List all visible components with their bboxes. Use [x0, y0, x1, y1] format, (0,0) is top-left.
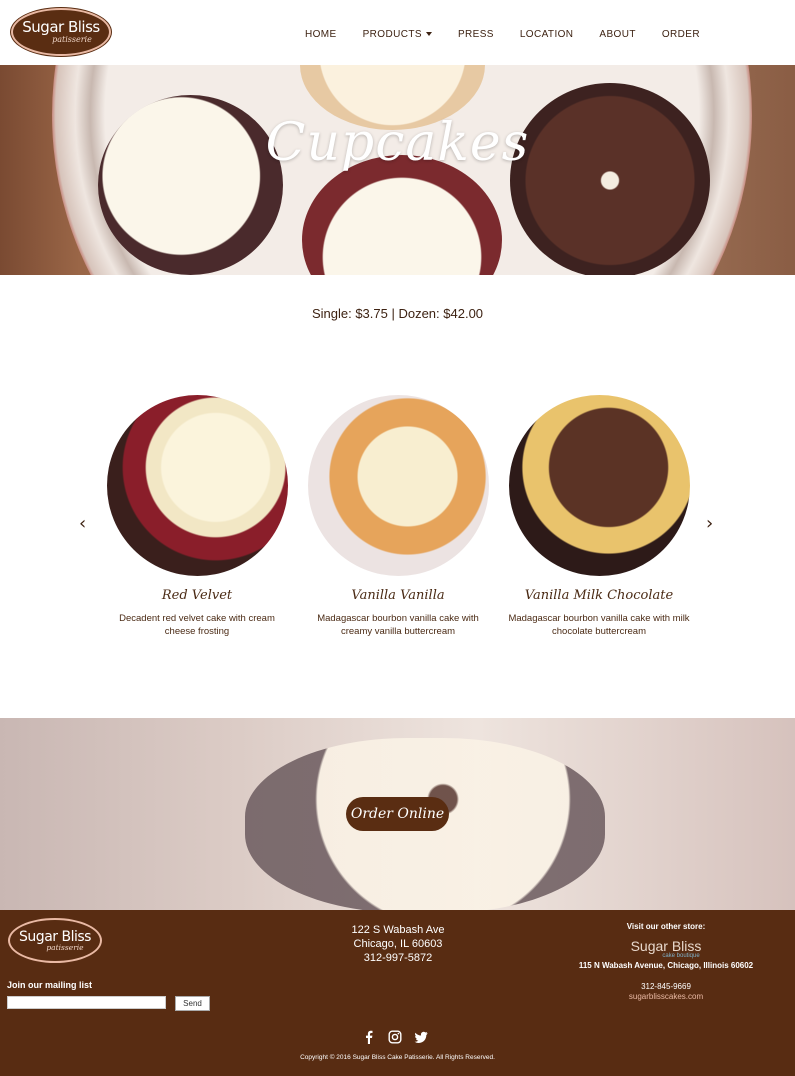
footer-brand-sub: patisserie: [46, 942, 84, 952]
other-store: Visit our other store: Sugar Bliss cake …: [566, 922, 766, 1001]
nav-products[interactable]: PRODUCTS: [363, 29, 432, 40]
other-store-link[interactable]: sugarblisscakes.com: [566, 992, 766, 1001]
footer-address: 122 S Wabash Ave Chicago, IL 60603 312-9…: [298, 923, 498, 965]
nav-location[interactable]: LOCATION: [520, 29, 574, 40]
product-carousel: ‹ Red Velvet Decadent red velvet cake wi…: [0, 395, 795, 655]
other-store-phone: 312-845-9669: [641, 982, 691, 991]
footer-street: 122 S Wabash Ave: [351, 924, 445, 936]
caret-down-icon: [425, 32, 432, 37]
chevron-right-icon[interactable]: ›: [706, 513, 713, 534]
other-store-logo-sub: cake boutique: [662, 953, 700, 959]
order-online-button[interactable]: Order Online: [346, 797, 449, 831]
carousel-slide[interactable]: Red Velvet Decadent red velvet cake with…: [97, 395, 297, 638]
hero-banner: Cupcakes: [0, 65, 795, 275]
nav-about[interactable]: ABOUT: [599, 29, 635, 40]
order-banner: Order Online: [0, 718, 795, 910]
carousel-slide[interactable]: Vanilla Vanilla Madagascar bourbon vanil…: [298, 395, 498, 638]
footer-logo[interactable]: Sugar Bliss patisserie: [8, 918, 102, 963]
carousel-slide[interactable]: Vanilla Milk Chocolate Madagascar bourbo…: [499, 395, 699, 638]
mailing-email-input[interactable]: [7, 996, 166, 1009]
slide-title: Red Velvet: [161, 588, 233, 603]
hero-cupcake-image: [510, 83, 710, 275]
copyright-text: Copyright © 2016 Sugar Bliss Cake Patiss…: [300, 1054, 495, 1061]
footer-brand-name: Sugar Bliss: [19, 928, 91, 945]
brand-sub: patisserie: [52, 35, 92, 44]
mailing-label: Join our mailing list: [7, 980, 93, 990]
social-links: [362, 1029, 428, 1044]
slide-description: Madagascar bourbon vanilla cake with mil…: [508, 613, 690, 637]
nav-press[interactable]: PRESS: [458, 29, 494, 40]
mailing-send-button[interactable]: Send: [175, 996, 210, 1011]
other-store-title: Visit our other store:: [626, 922, 706, 931]
brand-logo[interactable]: Sugar Bliss patisserie: [11, 8, 111, 56]
site-header: Sugar Bliss patisserie HOME PRODUCTS PRE…: [0, 0, 795, 65]
facebook-icon[interactable]: [362, 1029, 376, 1044]
other-store-address: 115 N Wabash Avenue, Chicago, Illinois 6…: [578, 961, 754, 970]
slide-description: Madagascar bourbon vanilla cake with cre…: [317, 613, 479, 637]
nav-home[interactable]: HOME: [305, 29, 337, 40]
chevron-left-icon[interactable]: ‹: [79, 513, 86, 534]
slide-description: Decadent red velvet cake with cream chee…: [119, 613, 275, 637]
price-text: Single: $3.75 | Dozen: $42.00: [311, 306, 484, 321]
nav-products-label: PRODUCTS: [362, 29, 422, 40]
slide-title: Vanilla Milk Chocolate: [524, 588, 674, 603]
site-footer: Sugar Bliss patisserie 122 S Wabash Ave …: [0, 910, 795, 1076]
brand-name: Sugar Bliss: [22, 18, 100, 36]
vanilla-milk-chocolate-image: [508, 395, 690, 576]
other-store-logo: Sugar Bliss: [630, 938, 702, 954]
nav-order[interactable]: ORDER: [662, 29, 700, 40]
hero-title: Cupcakes: [265, 113, 530, 173]
instagram-icon[interactable]: [388, 1029, 402, 1044]
footer-phone: 312-997-5872: [363, 952, 433, 964]
red-velvet-image: [106, 395, 288, 576]
footer-city: Chicago, IL 60603: [353, 938, 443, 950]
slide-title: Vanilla Vanilla: [351, 588, 445, 603]
twitter-icon[interactable]: [414, 1029, 428, 1043]
main-nav: HOME PRODUCTS PRESS LOCATION ABOUT ORDER: [279, 29, 700, 40]
vanilla-vanilla-image: [307, 395, 489, 576]
